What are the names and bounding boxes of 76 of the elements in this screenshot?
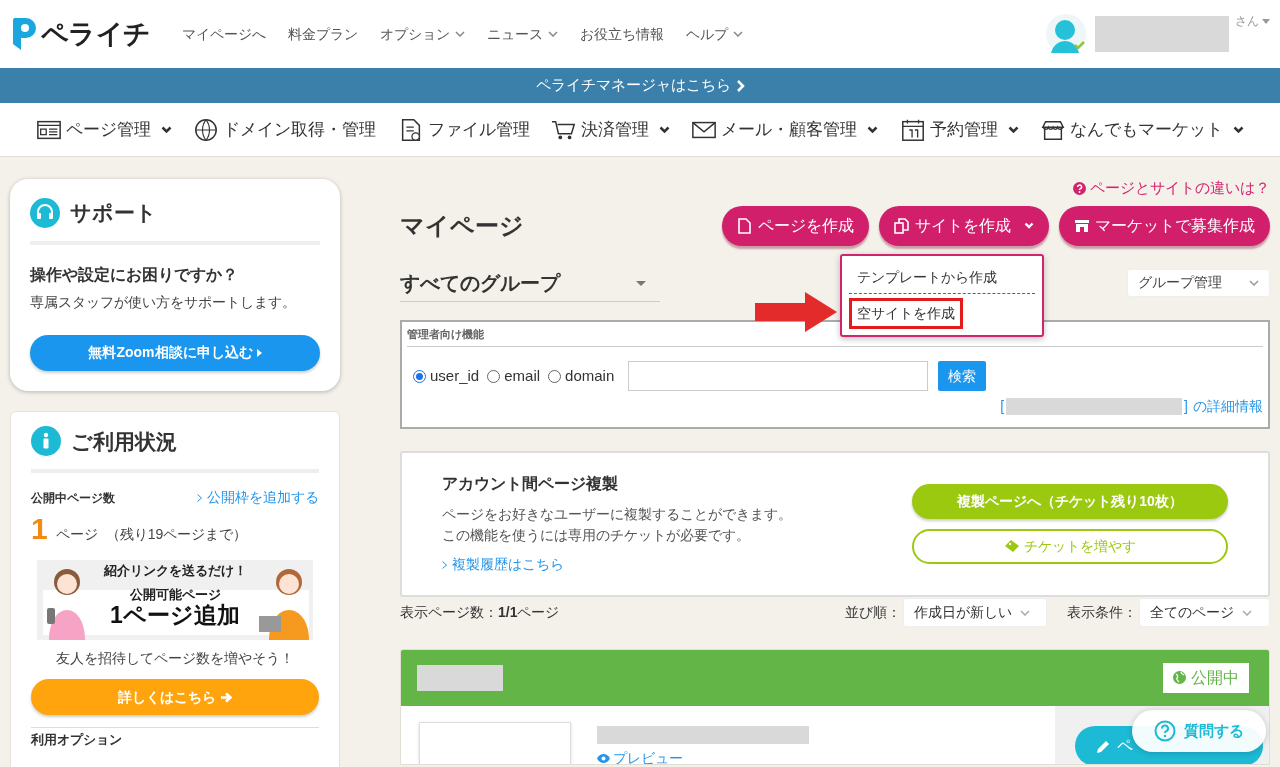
chevron-right-icon	[197, 493, 202, 502]
chevron-right-icon	[442, 560, 447, 569]
nav-link[interactable]: 料金プラン	[288, 23, 358, 45]
copy-icon	[894, 217, 910, 234]
sort-select[interactable]: 作成日が新しい	[903, 598, 1047, 627]
menu-item[interactable]: メール・顧客管理	[691, 116, 879, 143]
support-question: 操作や設定にお困りですか？	[30, 264, 239, 285]
panel-title: 管理者向け機能	[407, 325, 1263, 347]
arrow-right-icon	[755, 292, 837, 332]
headset-icon	[30, 197, 60, 228]
caret-icon	[1262, 18, 1270, 24]
nav-link[interactable]: お役立ち情報	[580, 23, 664, 45]
group-manage-select[interactable]: グループ管理	[1127, 268, 1270, 297]
page-count: 1	[31, 511, 48, 547]
caret-icon	[1249, 279, 1259, 286]
pencil-icon	[1097, 738, 1111, 753]
globe-icon	[1173, 671, 1186, 684]
nav-link[interactable]: ヘルプ	[686, 23, 743, 45]
filter-label: 表示条件：	[1067, 603, 1137, 622]
menu-item[interactable]: ファイル管理	[397, 116, 530, 143]
storefront-icon	[1074, 217, 1090, 234]
create-button[interactable]: マーケットで募集作成	[1059, 205, 1270, 246]
caret-right-icon	[256, 348, 262, 357]
page-title: マイページ	[400, 210, 524, 241]
help-icon	[1154, 720, 1176, 742]
section-heading: 利用オプション	[31, 727, 319, 747]
radio-option[interactable]: domain	[548, 364, 615, 388]
description-text: ページをお好きなユーザーに複製することができます。	[442, 505, 793, 524]
menu-item[interactable]: なんでもマーケット	[1039, 116, 1244, 143]
count-unit: ページ	[55, 525, 98, 544]
document-icon	[737, 217, 753, 234]
bracket-text: [	[1000, 397, 1005, 416]
radio-option[interactable]: email	[487, 364, 541, 388]
description-text: この機能を使うには専用のチケットが必要です。	[442, 526, 751, 545]
nav-link[interactable]: マイページへ	[182, 23, 266, 45]
search-field[interactable]	[628, 361, 929, 391]
card-title: サポート	[70, 200, 157, 226]
radio-option[interactable]: user_id	[413, 364, 480, 388]
logo-text[interactable]: ペライチ	[41, 13, 151, 55]
info-icon	[31, 426, 61, 457]
arrow-right-icon	[220, 691, 233, 703]
menu-item[interactable]: ページ管理	[36, 116, 172, 143]
logo-icon	[10, 16, 38, 52]
menu-item[interactable]: 決済管理	[551, 116, 670, 143]
bracket-text: ]	[1184, 397, 1188, 416]
menu-item[interactable]: ドメイン取得・管理	[193, 116, 377, 143]
caret-icon	[1020, 609, 1030, 616]
help-link[interactable]: ページとサイトの違いは？	[400, 177, 1270, 200]
group-select[interactable]: すべてのグループ	[400, 265, 660, 302]
manager-link[interactable]: ペライチマネージャはこちら	[535, 74, 745, 97]
page-count-text: 表示ページ数：1/1ページ	[400, 603, 560, 622]
nav-link[interactable]: ニュース	[487, 23, 558, 45]
banner-subtitle: 公開可能ページ	[129, 587, 221, 602]
card-title: ご利用状況	[71, 428, 177, 455]
filter-select[interactable]: 全てのページ	[1139, 598, 1270, 627]
ticket-icon	[1004, 540, 1019, 552]
caret-icon	[1242, 609, 1252, 616]
create-button[interactable]: ページを作成	[722, 205, 869, 246]
nav-link[interactable]: オプション	[380, 23, 465, 45]
invite-text: 友人を招待してページ数を増やそう！	[55, 649, 295, 668]
avatar-icon	[1045, 13, 1087, 55]
sort-label: 並び順：	[845, 603, 901, 622]
support-text: 専属スタッフが使い方をサポートします。	[30, 292, 297, 312]
remaining-text: （残り19ページまで）	[105, 525, 248, 544]
banner-tagline: 紹介リンクを送るだけ！	[103, 563, 247, 579]
menu-item[interactable]: 予約管理	[899, 116, 1019, 143]
help-icon	[1073, 181, 1086, 195]
status-badge: 公開中	[1163, 662, 1249, 693]
chevron-right-icon	[735, 79, 745, 92]
stat-label: 公開中ページ数	[31, 489, 115, 507]
dropdown-item[interactable]: テンプレートから作成	[849, 262, 1035, 294]
card-title: アカウント間ページ複製	[442, 474, 619, 494]
caret-icon	[636, 280, 646, 286]
banner-headline: 1ページ追加	[110, 602, 240, 628]
create-button[interactable]: サイトを作成	[879, 205, 1049, 246]
globe-icon	[193, 116, 220, 143]
